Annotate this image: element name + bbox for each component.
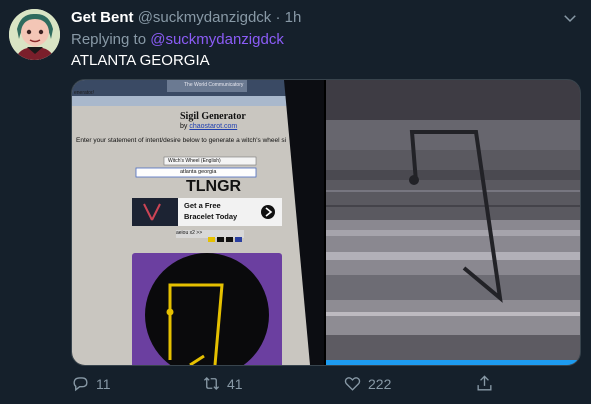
byline-prefix: by <box>180 123 188 130</box>
reply-count: 11 <box>96 375 111 392</box>
display-name[interactable]: Get Bent <box>71 9 134 26</box>
ad-line-2[interactable]: Bracelet Today <box>184 212 237 221</box>
replying-mention[interactable]: @suckmydanzigdck <box>150 31 284 48</box>
like-count: 222 <box>368 375 392 392</box>
reply-icon <box>73 377 88 392</box>
avatar[interactable] <box>9 9 60 60</box>
media-photo-left[interactable]: enerator/ The World Communicatory Sigil … <box>72 80 324 365</box>
replying-prefix: Replying to <box>71 31 151 48</box>
sigil-page-title: Sigil Generator <box>180 111 246 122</box>
chevron-down-icon[interactable] <box>561 9 579 27</box>
sigil-byline: by chaostarot.com <box>180 123 237 130</box>
retweet-icon <box>203 377 220 390</box>
sigil-closeup-image <box>326 80 580 365</box>
retweet-action[interactable]: 41 <box>202 374 243 393</box>
browser-tab-title: The World Communicatory <box>184 82 244 88</box>
result-letters: TLNGR <box>186 178 242 195</box>
separator-dot: · <box>275 9 281 26</box>
timestamp[interactable]: 1h <box>285 9 302 26</box>
avatar-illustration <box>9 9 60 60</box>
sigil-instructions: Enter your statement of intent/desire be… <box>76 137 287 144</box>
share-action[interactable] <box>475 374 494 393</box>
intent-input[interactable]: atlanta georgia <box>180 169 216 175</box>
tweet-header: Get Bent @suckmydanzigdck · 1h <box>71 9 579 29</box>
tweet-text: ATLANTA GEORGIA <box>71 52 210 69</box>
options-row[interactable]: aeiou x2 >> <box>176 230 202 236</box>
address-bar-fragment: enerator/ <box>74 90 95 96</box>
tweet-actions: 11 41 222 <box>71 374 579 396</box>
wheel-select[interactable]: Witch's Wheel (English) <box>168 158 221 164</box>
share-icon <box>477 375 492 391</box>
like-action[interactable]: 222 <box>343 374 391 393</box>
video-progress-bar[interactable] <box>326 360 580 365</box>
ad-line-1[interactable]: Get a Free <box>184 201 221 210</box>
retweet-count: 41 <box>227 375 243 392</box>
reply-action[interactable]: 11 <box>71 374 111 393</box>
media-photo-right[interactable] <box>326 80 580 365</box>
like-icon <box>344 377 361 391</box>
byline-link[interactable]: chaostarot.com <box>189 123 237 130</box>
replying-to: Replying to @suckmydanzigdck <box>71 31 284 48</box>
tweet-media[interactable]: enerator/ The World Communicatory Sigil … <box>71 79 581 366</box>
user-handle[interactable]: @suckmydanzigdck <box>138 9 272 26</box>
